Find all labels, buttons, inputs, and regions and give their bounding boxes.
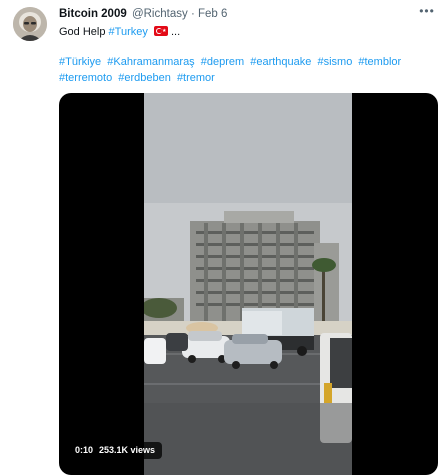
hashtag-link[interactable]: #Kahramanmaraş: [107, 56, 194, 68]
video-frame[interactable]: [144, 93, 352, 475]
turkey-flag-icon: ★: [153, 26, 168, 36]
video-player[interactable]: 0:10 253.1K views: [59, 93, 438, 475]
tweet-text: God Help #Turkey ★ ...: [59, 25, 180, 39]
hashtag-link[interactable]: #tremor: [177, 72, 215, 84]
hashtag-link[interactable]: #sismo: [317, 56, 352, 68]
video-time: 0:10: [75, 445, 94, 455]
video-views: 253.1K views: [99, 445, 156, 455]
tweet-text-prefix: God Help: [59, 26, 106, 38]
hashtag-link[interactable]: #earthquake: [250, 56, 311, 68]
author-handle[interactable]: @Richtasy: [132, 8, 188, 20]
more-horizontal-icon[interactable]: •••: [418, 5, 436, 20]
tweet[interactable]: Bitcoin 2009 @Richtasy · Feb 6 ••• God H…: [0, 0, 448, 476]
separator-dot: ·: [190, 8, 195, 20]
tweet-header: Bitcoin 2009 @Richtasy · Feb 6: [59, 7, 227, 21]
hashtag-link[interactable]: #deprem: [201, 56, 244, 68]
hashtag-link[interactable]: #terremoto: [59, 72, 112, 84]
hashtag-turkey[interactable]: #Turkey: [109, 26, 148, 38]
hashtag-link[interactable]: #Türkiye: [59, 56, 101, 68]
hashtag-link[interactable]: #erdbeben: [118, 72, 171, 84]
hashtag-link[interactable]: #temblor: [358, 56, 401, 68]
tweet-text-suffix: ...: [171, 26, 181, 38]
hashtag-list: #Türkiye #Kahramanmaraş #deprem #earthqu…: [59, 54, 431, 86]
tweet-date[interactable]: Feb 6: [198, 8, 227, 20]
avatar[interactable]: [13, 7, 47, 41]
video-stats-badge: 0:10 253.1K views: [68, 442, 163, 459]
author-name[interactable]: Bitcoin 2009: [59, 8, 127, 20]
